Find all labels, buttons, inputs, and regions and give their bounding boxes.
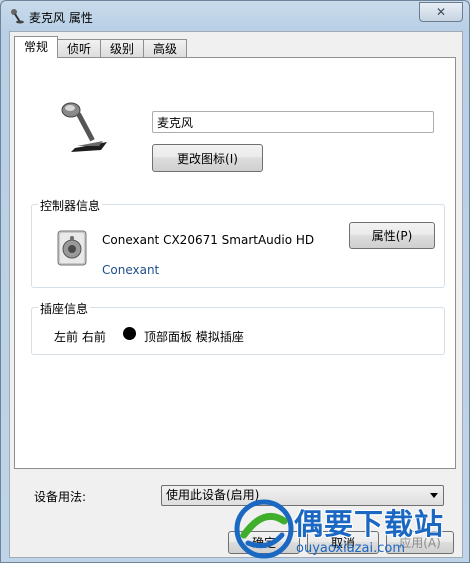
- microphone-device-icon: [61, 102, 107, 152]
- jack-info-label: 插座信息: [38, 300, 91, 317]
- properties-dialog: 麦克风 属性 ✕ 常规 侦听 级别 高级 麦克风 更改图标(I) 控制器信息 C…: [0, 0, 470, 563]
- jack-color-indicator: [123, 327, 136, 340]
- jack-description: 顶部面板 模拟插座: [144, 330, 244, 344]
- jack-position: 左前 右前: [54, 330, 106, 344]
- close-icon: ✕: [435, 5, 447, 19]
- watermark: 偶要下载站 ouyaoxiazai.com: [226, 497, 466, 562]
- tab-advanced[interactable]: 高级: [143, 39, 188, 58]
- general-tab-page: 麦克风 更改图标(I) 控制器信息 Conexant CX20671 Smart…: [14, 57, 456, 469]
- device-name-input[interactable]: 麦克风: [152, 111, 434, 133]
- change-icon-button[interactable]: 更改图标(I): [152, 144, 263, 172]
- tab-listen[interactable]: 侦听: [57, 39, 102, 58]
- title-bar: 麦克风 属性 ✕: [1, 1, 469, 31]
- controller-name: Conexant CX20671 SmartAudio HD: [102, 233, 315, 247]
- microphone-icon: [11, 9, 24, 24]
- jack-info-group: 插座信息 左前 右前 顶部面板 模拟插座: [31, 300, 445, 355]
- controller-vendor-link[interactable]: Conexant: [102, 263, 159, 277]
- window-title: 麦克风 属性: [29, 11, 93, 25]
- speaker-icon: [57, 230, 87, 266]
- device-usage-label: 设备用法:: [34, 490, 87, 504]
- close-button[interactable]: ✕: [419, 2, 463, 22]
- watermark-url: ouyaoxiazai.com: [296, 541, 405, 556]
- tab-general[interactable]: 常规: [14, 36, 59, 58]
- controller-properties-button[interactable]: 属性(P): [349, 222, 435, 249]
- watermark-logo-icon: [234, 499, 294, 559]
- controller-info-label: 控制器信息: [38, 197, 103, 214]
- tab-strip: 常规 侦听 级别 高级: [14, 36, 188, 58]
- controller-info-group: 控制器信息 Conexant CX20671 SmartAudio HD Con…: [31, 197, 445, 288]
- tab-levels[interactable]: 级别: [100, 39, 145, 58]
- watermark-brand: 偶要下载站: [294, 507, 445, 541]
- dialog-client: 常规 侦听 级别 高级 麦克风 更改图标(I) 控制器信息 Conexant C…: [9, 31, 463, 558]
